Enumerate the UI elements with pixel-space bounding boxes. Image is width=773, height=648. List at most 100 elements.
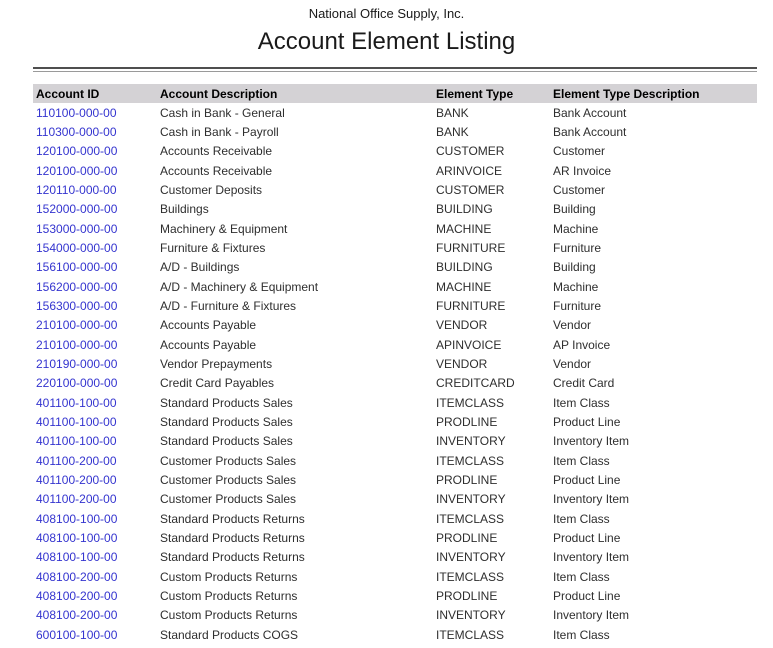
table-row: 408100-100-00 Standard Products Returns … xyxy=(33,509,757,528)
account-description-cell: Cash in Bank - Payroll xyxy=(160,125,436,139)
account-description-cell: Standard Products Sales xyxy=(160,396,436,410)
element-type-description-cell: Item Class xyxy=(553,570,757,584)
element-type-description-cell: Customer xyxy=(553,183,757,197)
account-id-link[interactable]: 220100-000-00 xyxy=(33,376,160,390)
element-type-cell: INVENTORY xyxy=(436,608,553,622)
account-id-link[interactable]: 156200-000-00 xyxy=(33,280,160,294)
element-type-description-cell: Inventory Item xyxy=(553,492,757,506)
account-id-link[interactable]: 401100-100-00 xyxy=(33,396,160,410)
element-type-cell: INVENTORY xyxy=(436,434,553,448)
account-id-link[interactable]: 408100-100-00 xyxy=(33,512,160,526)
element-type-cell: ITEMCLASS xyxy=(436,512,553,526)
element-type-cell: CUSTOMER xyxy=(436,183,553,197)
element-type-cell: APINVOICE xyxy=(436,338,553,352)
element-type-description-cell: Product Line xyxy=(553,531,757,545)
company-name: National Office Supply, Inc. xyxy=(0,0,773,21)
table-row: 153000-000-00 Machinery & Equipment MACH… xyxy=(33,219,757,238)
table-row: 210100-000-00 Accounts Payable VENDOR Ve… xyxy=(33,316,757,335)
account-id-link[interactable]: 408100-200-00 xyxy=(33,589,160,603)
table-row: 156300-000-00 A/D - Furniture & Fixtures… xyxy=(33,296,757,315)
table-row: 401100-100-00 Standard Products Sales PR… xyxy=(33,412,757,431)
account-description-cell: Credit Card Payables xyxy=(160,376,436,390)
account-id-link[interactable]: 401100-200-00 xyxy=(33,492,160,506)
table-row: 120100-000-00 Accounts Receivable ARINVO… xyxy=(33,161,757,180)
account-description-cell: Standard Products Returns xyxy=(160,512,436,526)
account-description-cell: Standard Products Sales xyxy=(160,434,436,448)
account-id-link[interactable]: 408100-200-00 xyxy=(33,608,160,622)
account-id-link[interactable]: 120110-000-00 xyxy=(33,183,160,197)
account-id-link[interactable]: 110100-000-00 xyxy=(33,106,160,120)
element-type-cell: FURNITURE xyxy=(436,299,553,313)
account-description-cell: Customer Products Sales xyxy=(160,492,436,506)
table-row: 152000-000-00 Buildings BUILDING Buildin… xyxy=(33,200,757,219)
element-type-description-cell: Inventory Item xyxy=(553,608,757,622)
element-type-cell: VENDOR xyxy=(436,318,553,332)
table-row: 600100-100-00 Standard Products COGS ITE… xyxy=(33,625,757,644)
account-description-cell: Vendor Prepayments xyxy=(160,357,436,371)
account-description-cell: Machinery & Equipment xyxy=(160,222,436,236)
account-id-link[interactable]: 156300-000-00 xyxy=(33,299,160,313)
element-type-cell: ITEMCLASS xyxy=(436,628,553,642)
account-description-cell: Customer Products Sales xyxy=(160,473,436,487)
table-row: 401100-100-00 Standard Products Sales IN… xyxy=(33,432,757,451)
account-id-link[interactable]: 110300-000-00 xyxy=(33,125,160,139)
account-description-cell: Custom Products Returns xyxy=(160,570,436,584)
account-description-cell: Customer Deposits xyxy=(160,183,436,197)
element-type-description-cell: Building xyxy=(553,202,757,216)
account-id-link[interactable]: 401100-200-00 xyxy=(33,473,160,487)
table-row: 401100-200-00 Customer Products Sales IT… xyxy=(33,451,757,470)
table-row: 408100-200-00 Custom Products Returns IT… xyxy=(33,567,757,586)
element-type-description-cell: Product Line xyxy=(553,473,757,487)
account-id-link[interactable]: 154000-000-00 xyxy=(33,241,160,255)
element-type-description-cell: Customer xyxy=(553,144,757,158)
account-description-cell: Furniture & Fixtures xyxy=(160,241,436,255)
account-description-cell: Accounts Payable xyxy=(160,338,436,352)
account-id-link[interactable]: 401100-100-00 xyxy=(33,415,160,429)
element-type-description-cell: Vendor xyxy=(553,318,757,332)
account-id-link[interactable]: 210100-000-00 xyxy=(33,338,160,352)
element-type-cell: BUILDING xyxy=(436,202,553,216)
element-type-cell: VENDOR xyxy=(436,357,553,371)
account-id-link[interactable]: 156100-000-00 xyxy=(33,260,160,274)
account-description-cell: Accounts Receivable xyxy=(160,164,436,178)
element-type-cell: BANK xyxy=(436,106,553,120)
account-id-link[interactable]: 120100-000-00 xyxy=(33,164,160,178)
account-id-link[interactable]: 210100-000-00 xyxy=(33,318,160,332)
element-type-cell: INVENTORY xyxy=(436,550,553,564)
account-id-link[interactable]: 120100-000-00 xyxy=(33,144,160,158)
element-type-cell: ARINVOICE xyxy=(436,164,553,178)
table-row: 408100-200-00 Custom Products Returns PR… xyxy=(33,586,757,605)
element-type-description-cell: Bank Account xyxy=(553,106,757,120)
account-description-cell: Accounts Payable xyxy=(160,318,436,332)
element-type-cell: MACHINE xyxy=(436,222,553,236)
account-id-link[interactable]: 408100-100-00 xyxy=(33,550,160,564)
account-id-link[interactable]: 153000-000-00 xyxy=(33,222,160,236)
account-description-cell: Standard Products Returns xyxy=(160,550,436,564)
table-row: 408100-100-00 Standard Products Returns … xyxy=(33,528,757,547)
account-id-link[interactable]: 408100-100-00 xyxy=(33,531,160,545)
table-row: 156100-000-00 A/D - Buildings BUILDING B… xyxy=(33,258,757,277)
element-type-description-cell: Product Line xyxy=(553,589,757,603)
element-type-cell: PRODLINE xyxy=(436,531,553,545)
account-id-link[interactable]: 600100-100-00 xyxy=(33,628,160,642)
table-row: 210100-000-00 Accounts Payable APINVOICE… xyxy=(33,335,757,354)
table-row: 110300-000-00 Cash in Bank - Payroll BAN… xyxy=(33,122,757,141)
account-id-link[interactable]: 210190-000-00 xyxy=(33,357,160,371)
table-row: 156200-000-00 A/D - Machinery & Equipmen… xyxy=(33,277,757,296)
element-type-description-cell: Machine xyxy=(553,280,757,294)
element-type-description-cell: Machine xyxy=(553,222,757,236)
table-row: 220100-000-00 Credit Card Payables CREDI… xyxy=(33,374,757,393)
account-description-cell: Custom Products Returns xyxy=(160,589,436,603)
account-description-cell: Standard Products Returns xyxy=(160,531,436,545)
account-id-link[interactable]: 152000-000-00 xyxy=(33,202,160,216)
account-id-link[interactable]: 401100-100-00 xyxy=(33,434,160,448)
account-id-link[interactable]: 401100-200-00 xyxy=(33,454,160,468)
element-type-cell: PRODLINE xyxy=(436,415,553,429)
account-id-link[interactable]: 408100-200-00 xyxy=(33,570,160,584)
element-type-description-cell: Bank Account xyxy=(553,125,757,139)
report-page: National Office Supply, Inc. Account Ele… xyxy=(0,0,773,648)
account-description-cell: Cash in Bank - General xyxy=(160,106,436,120)
table-row: 401100-200-00 Customer Products Sales PR… xyxy=(33,470,757,489)
element-type-description-cell: Vendor xyxy=(553,357,757,371)
element-type-description-cell: AP Invoice xyxy=(553,338,757,352)
